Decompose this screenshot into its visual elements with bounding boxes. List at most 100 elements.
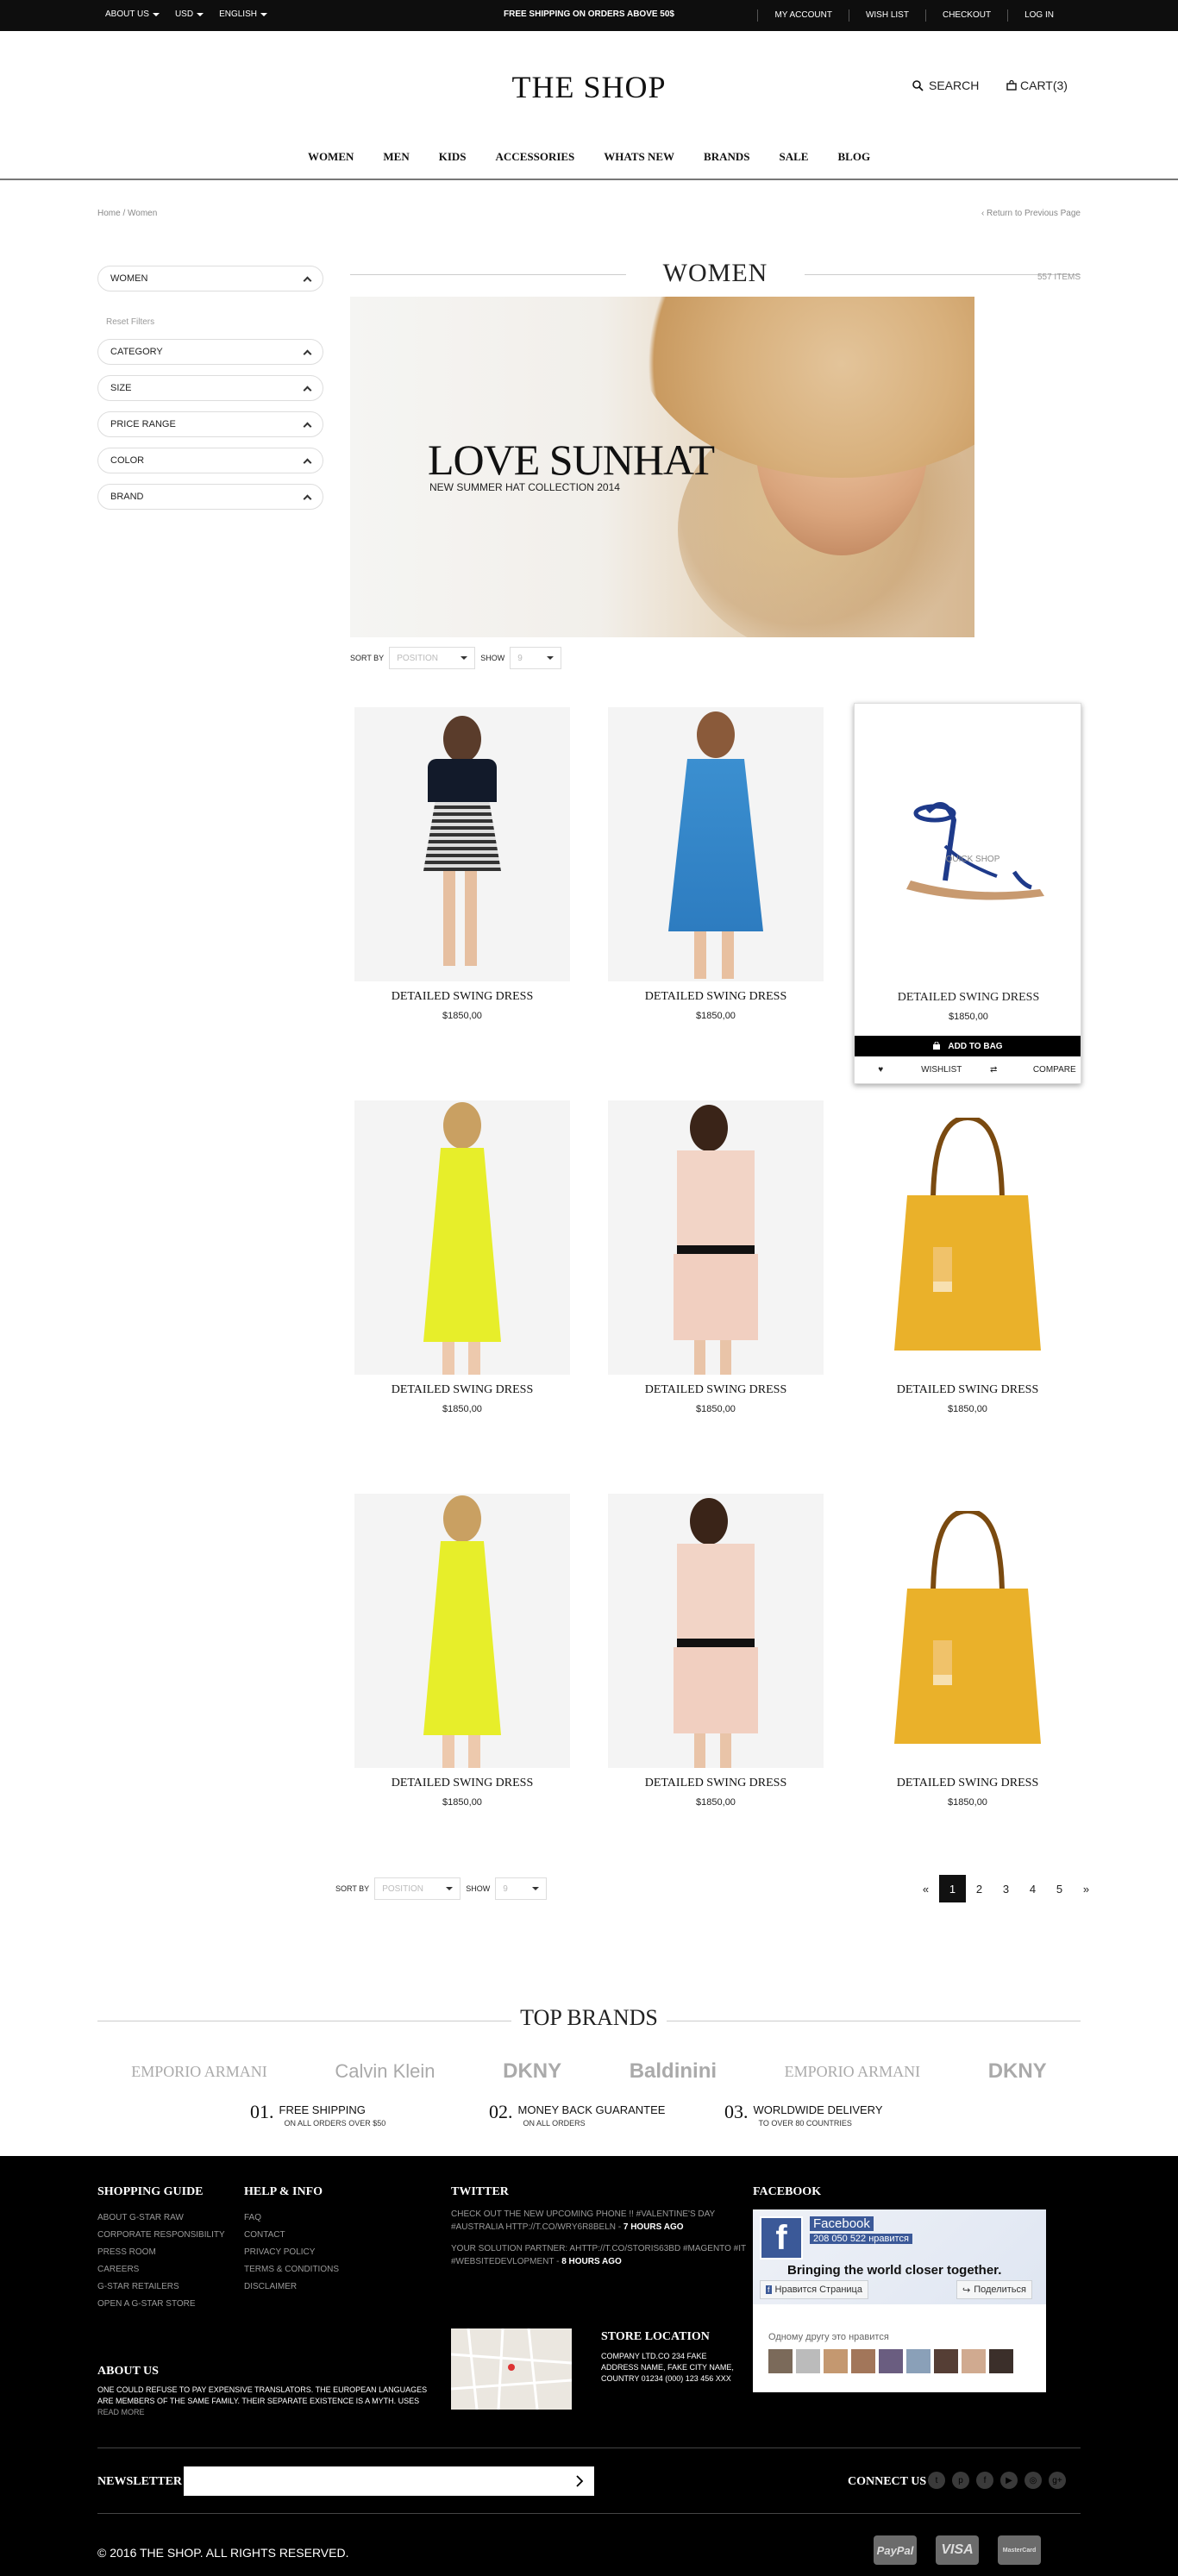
checkout-link[interactable]: CHECKOUT [924,9,1007,22]
show-select[interactable]: 9 [510,647,562,669]
nav-accessories[interactable]: ACCESSORIES [481,150,590,164]
breadcrumb[interactable]: Home / Women [97,209,157,218]
wishlist-button[interactable]: ♥ WISHLIST [855,1058,968,1081]
product-image[interactable] [860,1100,1075,1375]
brand-logo-armani[interactable]: EMPORIO ARMANI [131,2063,267,2081]
footer-link[interactable]: ABOUT G-STAR RAW [97,2209,225,2227]
quick-shop-button[interactable]: QUICK SHOP [859,855,1087,864]
product-card[interactable]: DETAILED SWING DRESS $1850,00 [608,1100,824,1471]
pagination-prev[interactable]: « [912,1875,939,1902]
product-card[interactable]: DETAILED SWING DRESS $1850,00 [354,1100,570,1471]
page-4[interactable]: 4 [1019,1875,1046,1902]
product-image[interactable] [608,1100,824,1375]
product-card[interactable]: DETAILED SWING DRESS $1850,00 [354,707,570,1078]
avatar[interactable] [796,2349,820,2373]
page-5[interactable]: 5 [1046,1875,1073,1902]
avatar[interactable] [879,2349,903,2373]
product-name[interactable]: DETAILED SWING DRESS [608,1777,824,1790]
facebook-page-name[interactable]: Facebook [810,2216,874,2231]
product-name[interactable]: DETAILED SWING DRESS [855,991,1082,1005]
product-name[interactable]: DETAILED SWING DRESS [608,1383,824,1397]
newsletter-input[interactable] [184,2466,594,2496]
wish-list-link[interactable]: WISH LIST [848,9,925,22]
footer-link[interactable]: FAQ [244,2209,339,2227]
brand-logo-calvin-klein[interactable]: Calvin Klein [335,2060,435,2083]
avatar[interactable] [824,2349,848,2373]
product-image[interactable] [608,1494,824,1768]
youtube-icon[interactable]: ▶ [1000,2472,1018,2489]
filter-brand[interactable]: BRAND [97,484,323,510]
avatar[interactable] [906,2349,930,2373]
page-2[interactable]: 2 [966,1875,993,1902]
product-name[interactable]: DETAILED SWING DRESS [860,1777,1075,1790]
nav-sale[interactable]: SALE [765,150,824,164]
read-more-link[interactable]: READ MORE [97,2408,145,2416]
nav-men[interactable]: MEN [368,150,423,164]
compare-button[interactable]: ⇄ COMPARE [968,1058,1081,1081]
store-map[interactable] [450,2328,573,2410]
nav-brands[interactable]: BRANDS [689,150,764,164]
footer-link[interactable]: CAREERS [97,2261,225,2278]
my-account-link[interactable]: MY ACCOUNT [757,9,849,22]
footer-link[interactable]: TERMS & CONDITIONS [244,2261,339,2278]
product-card[interactable]: DETAILED SWING DRESS $1850,00 [608,707,824,1078]
pinterest-icon[interactable]: p [952,2472,969,2489]
footer-link[interactable]: CONTACT [244,2227,339,2244]
facebook-icon[interactable]: f [976,2472,993,2489]
product-name[interactable]: DETAILED SWING DRESS [354,1383,570,1397]
brand-logo-dkny[interactable]: DKNY [988,2059,1047,2084]
footer-link[interactable]: DISCLAIMER [244,2278,339,2296]
product-image[interactable]: QUICK SHOP [859,708,1076,975]
product-card[interactable]: DETAILED SWING DRESS $1850,00 [354,1494,570,1865]
filter-women[interactable]: WOMEN [97,266,323,291]
nav-blog[interactable]: BLOG [823,150,885,164]
reset-filters-link[interactable]: Reset Filters [106,317,154,327]
filter-color[interactable]: COLOR [97,448,323,473]
avatar[interactable] [962,2349,986,2373]
instagram-icon[interactable]: ◎ [1024,2472,1042,2489]
google-plus-icon[interactable]: g+ [1049,2472,1066,2489]
arrow-right-icon[interactable] [573,2475,586,2487]
page-1[interactable]: 1 [939,1875,966,1902]
brand-logo-dkny[interactable]: DKNY [503,2059,561,2084]
avatar[interactable] [851,2349,875,2373]
facebook-share-button[interactable]: ↪ Поделиться [956,2280,1032,2299]
product-image[interactable] [860,1494,1075,1768]
filter-category[interactable]: CATEGORY [97,339,323,365]
brand-logo-armani[interactable]: EMPORIO ARMANI [785,2063,921,2081]
product-image[interactable] [354,1100,570,1375]
search-button[interactable]: SEARCH [912,78,979,92]
nav-women[interactable]: WOMEN [293,150,368,164]
facebook-widget[interactable]: f Facebook 208 050 522 нравится Bringing… [753,2209,1046,2392]
sort-select[interactable]: Position [389,647,476,669]
product-card[interactable]: DETAILED SWING DRESS $1850,00 [608,1494,824,1865]
avatar[interactable] [934,2349,958,2373]
footer-link[interactable]: PRIVACY POLICY [244,2244,339,2261]
filter-price-range[interactable]: PRICE RANGE [97,411,323,437]
log-in-link[interactable]: LOG IN [1007,9,1070,22]
cart-button[interactable]: CART(3) [1006,78,1068,92]
nav-whats-new[interactable]: WHATS NEW [589,150,689,164]
footer-link[interactable]: G-STAR RETAILERS [97,2278,225,2296]
product-name[interactable]: DETAILED SWING DRESS [860,1383,1075,1397]
product-card[interactable]: DETAILED SWING DRESS $1850,00 [860,1494,1075,1865]
sort-select[interactable]: Position [374,1877,461,1900]
product-name[interactable]: DETAILED SWING DRESS [354,990,570,1004]
product-image[interactable] [354,1494,570,1768]
footer-link[interactable]: PRESS ROOM [97,2244,225,2261]
footer-link[interactable]: CORPORATE RESPONSIBILITY [97,2227,225,2244]
product-image[interactable] [608,707,824,981]
product-card[interactable]: DETAILED SWING DRESS $1850,00 [860,1100,1075,1471]
brand-logo-baldinini[interactable]: Baldinini [630,2059,717,2084]
facebook-like-button[interactable]: f Нравится Страница [760,2280,868,2299]
nav-kids[interactable]: KIDS [424,150,481,164]
product-name[interactable]: DETAILED SWING DRESS [354,1777,570,1790]
pagination-next[interactable]: » [1073,1875,1100,1902]
return-link[interactable]: ‹ Return to Previous Page [981,209,1081,218]
site-logo[interactable]: THE SHOP [0,69,1178,105]
add-to-bag-button[interactable]: ADD TO BAG [855,1036,1081,1056]
avatar[interactable] [989,2349,1013,2373]
page-3[interactable]: 3 [993,1875,1019,1902]
twitter-icon[interactable]: t [928,2472,945,2489]
filter-size[interactable]: SIZE [97,375,323,401]
